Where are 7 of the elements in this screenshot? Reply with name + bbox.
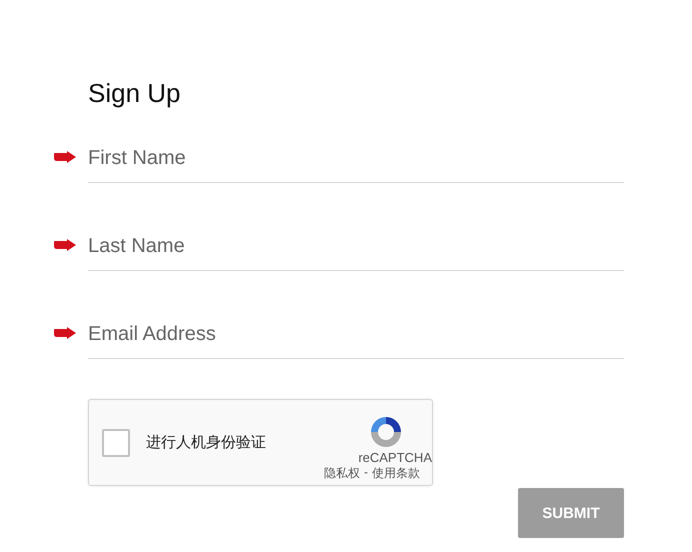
separator: - — [364, 464, 368, 480]
checkbox[interactable] — [102, 428, 130, 456]
form-title: Sign Up — [88, 78, 182, 109]
brand-label: reCAPTCHA — [358, 450, 432, 464]
privacy-link[interactable]: 隐私权 — [324, 464, 360, 482]
terms-link[interactable]: 使用条款 — [372, 464, 420, 482]
captcha-label: 进行人机身份验证 — [146, 433, 267, 452]
